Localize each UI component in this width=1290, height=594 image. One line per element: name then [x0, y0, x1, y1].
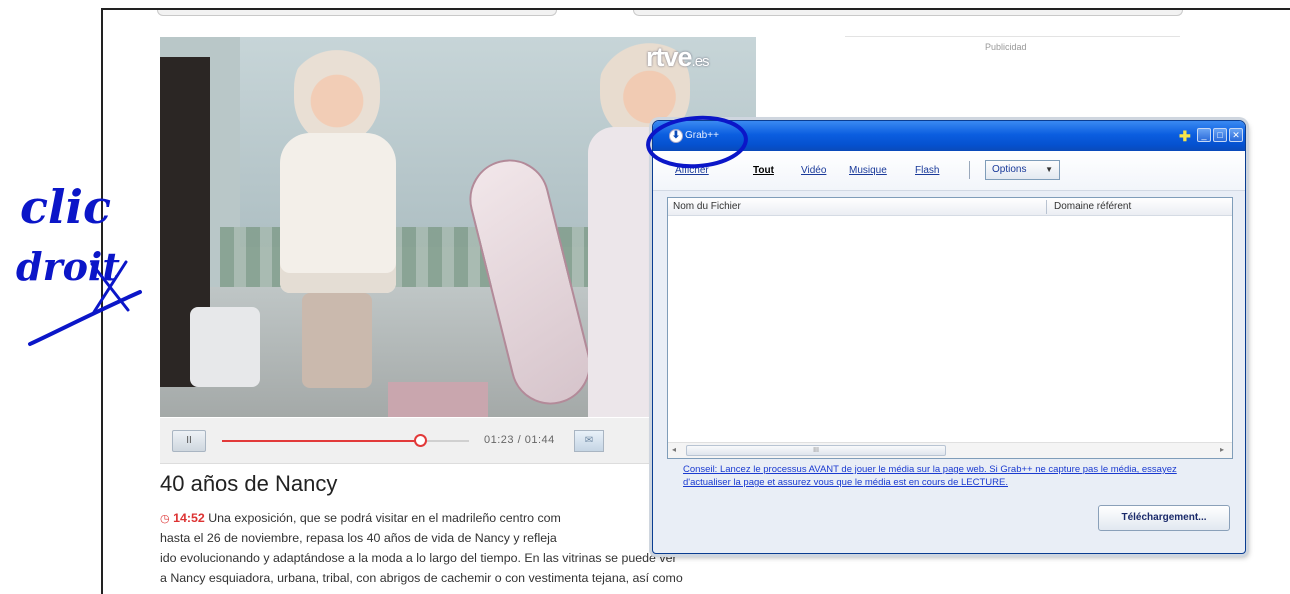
ad-divider: [845, 36, 1180, 37]
article-line: hasta el 26 de noviembre, repasa los 40 …: [160, 531, 557, 545]
handwritten-clic: clic: [20, 180, 111, 234]
progress-handle[interactable]: [414, 434, 427, 447]
scroll-right-icon[interactable]: ▸: [1220, 445, 1224, 454]
grab-toolbar: Afficher Tout Vidéo Musique Flash Option…: [653, 151, 1245, 191]
page-top-tab[interactable]: [633, 10, 1183, 16]
handwritten-droit: droit: [16, 244, 120, 289]
filter-flash[interactable]: Flash: [915, 165, 939, 176]
file-list[interactable]: Nom du Fichier Domaine référent ◂ III ▸: [667, 197, 1233, 459]
filter-video[interactable]: Vidéo: [801, 165, 826, 176]
ad-label: Publicidad: [985, 42, 1027, 52]
progress-bar-played[interactable]: [222, 440, 420, 442]
grab-titlebar[interactable]: ⬇ Grab++ ✚ _ □ ✕: [653, 121, 1245, 151]
download-button[interactable]: Téléchargement...: [1098, 505, 1230, 531]
filter-musique[interactable]: Musique: [849, 165, 887, 176]
scroll-left-icon[interactable]: ◂: [672, 445, 676, 454]
options-label: Options: [992, 164, 1027, 175]
chevron-down-icon: ▼: [1045, 165, 1053, 174]
total-time: 01:44: [524, 434, 555, 446]
toolbar-separator: [969, 161, 970, 179]
progress-bar-remaining[interactable]: [420, 440, 469, 442]
maximize-button[interactable]: □: [1213, 128, 1227, 142]
current-time: 01:23: [484, 434, 515, 446]
pause-button[interactable]: II: [172, 430, 206, 452]
time-readout: 01:23 / 01:44: [484, 434, 555, 446]
share-button[interactable]: ✉: [574, 430, 604, 452]
list-header: Nom du Fichier Domaine référent: [668, 198, 1232, 216]
pin-icon[interactable]: ✚: [1179, 129, 1193, 143]
column-header-filename[interactable]: Nom du Fichier: [673, 201, 741, 212]
doll-figure-left: [268, 43, 408, 415]
clock-icon: ◷: [160, 513, 170, 525]
article-body: ◷ 14:52 Una exposición, que se podrá vis…: [160, 508, 683, 588]
window-title: Grab++: [685, 130, 719, 141]
horizontal-scrollbar[interactable]: ◂ III ▸: [668, 442, 1232, 458]
article-line: ido evolucionando y adaptándose a la mod…: [160, 551, 677, 565]
page-top-tab[interactable]: [157, 10, 557, 16]
filter-tout[interactable]: Tout: [753, 165, 774, 176]
options-dropdown[interactable]: Options ▼: [985, 160, 1060, 180]
scrollbar-thumb[interactable]: III: [686, 445, 946, 456]
close-button[interactable]: ✕: [1229, 128, 1243, 142]
minimize-button[interactable]: _: [1197, 128, 1211, 142]
column-header-domain[interactable]: Domaine référent: [1054, 201, 1131, 212]
video-controls: II 01:23 / 01:44 ✉: [160, 418, 650, 464]
page-left-border: [101, 8, 103, 594]
grab-window: ⬇ Grab++ ✚ _ □ ✕ Afficher Tout Vidéo Mus…: [652, 120, 1246, 554]
filter-afficher[interactable]: Afficher: [675, 165, 709, 176]
annotation-stroke: [28, 290, 142, 346]
article-title[interactable]: 40 años de Nancy: [160, 471, 337, 497]
tip-link[interactable]: Conseil: Lancez le processus AVANT de jo…: [683, 463, 1213, 489]
article-timestamp: 14:52: [173, 511, 205, 525]
rtve-logo: rtve.es: [646, 42, 710, 72]
article-line: a Nancy esquiadora, urbana, tribal, con …: [160, 571, 683, 585]
download-icon[interactable]: ⬇: [669, 129, 683, 143]
article-line: Una exposición, que se podrá visitar en …: [208, 511, 561, 525]
